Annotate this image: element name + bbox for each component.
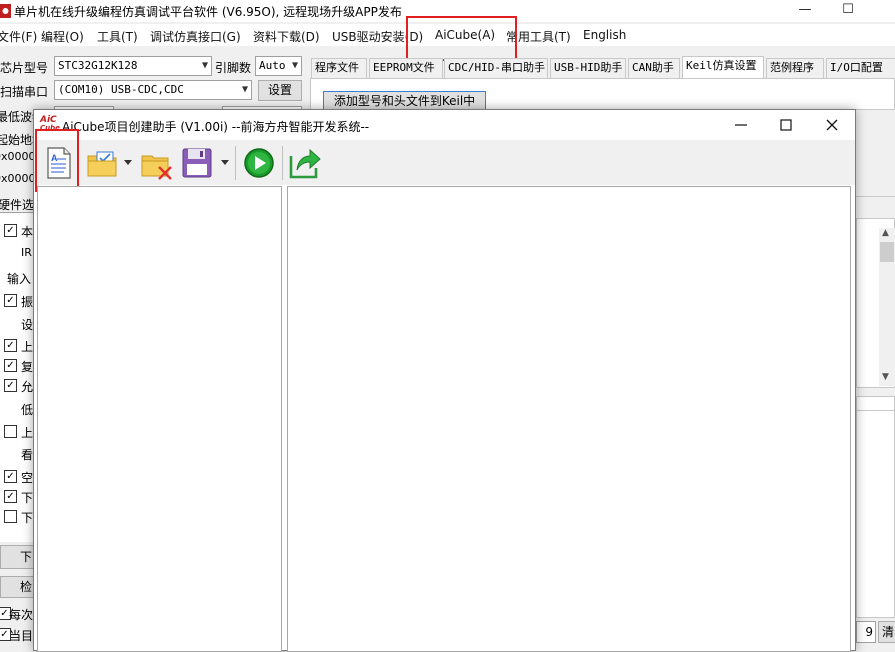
pin-count-label: 引脚数 [215,61,252,75]
menu-file[interactable]: 文件(F) [0,28,37,45]
new-project-highlight [35,129,79,192]
option-text-13: 下 [21,491,34,505]
option-text-14: 下 [21,511,34,525]
lower-output-area[interactable] [856,410,895,618]
option-text-10: 上 [21,426,34,440]
tab-examples[interactable]: 范例程序 [766,58,824,78]
right-panel-strip [856,196,895,218]
option-text-11: 看 [21,448,34,462]
tab-usb-hid[interactable]: USB-HID助手 [550,58,626,78]
chevron-down-icon[interactable] [221,160,229,166]
minimize-button[interactable]: — [790,0,820,22]
tab-io-config[interactable]: I/O口配置 [826,58,895,78]
add-to-keil-button[interactable]: 添加型号和头文件到Keil中 [323,91,486,110]
option-text-6: 上 [21,340,34,354]
tab-program-file[interactable]: 程序文件 [311,58,367,78]
maximize-icon[interactable] [779,118,793,132]
option-checkbox-6[interactable]: ✓ [4,339,17,352]
scan-port-label[interactable]: 扫描串口 [0,83,48,100]
project-tree-pane[interactable] [37,186,282,652]
delete-folder-icon[interactable] [140,146,174,180]
chevron-down-icon[interactable] [124,160,132,166]
option-checkbox-1[interactable]: ✓ [4,224,17,237]
hardware-options-label: 硬件选 [0,198,35,212]
export-share-icon[interactable] [288,146,322,180]
menu-program[interactable]: 编程(O) [41,28,84,45]
scroll-up-icon[interactable]: ▲ [882,228,889,238]
chevron-down-icon: ▼ [291,60,298,71]
option-text-1: 本 [21,225,34,239]
tab-cdc-hid-serial[interactable]: CDC/HID-串口助手 [444,58,548,78]
dialog-title: AiCube项目创建助手 (V1.00i) --前海方舟智能开发系统-- [62,120,370,134]
menu-downloads[interactable]: 资料下载(D) [253,28,320,45]
option-checkbox-4[interactable]: ✓ [4,294,17,307]
option-text-7: 复 [21,360,34,374]
project-detail-pane[interactable] [287,186,851,652]
option-checkbox-7[interactable]: ✓ [4,359,17,372]
option-text-8: 允 [21,380,34,394]
count-field[interactable]: 9 [856,621,876,643]
option-text-2: IR [21,246,32,259]
logo-text-top: AiC [40,115,57,125]
start-address-1[interactable]: 0x0000 [0,150,36,163]
menu-english[interactable]: English [583,28,626,42]
chevron-down-icon: ▼ [241,84,248,95]
option-text-5: 设 [21,318,34,332]
toolbar-separator [235,146,236,180]
option-checkbox-8[interactable]: ✓ [4,379,17,392]
minimize-icon[interactable] [734,120,748,130]
chip-model-value: STC32G12K128 [58,59,138,72]
app-logo-icon [0,4,11,18]
option-checkbox-12[interactable]: ✓ [4,470,17,483]
com-port-select[interactable]: (COM10) USB-CDC,CDC ▼ [54,80,252,100]
option-checkbox-13[interactable]: ✓ [4,490,17,503]
option-text-12: 空 [21,471,34,485]
scroll-down-icon[interactable]: ▼ [882,372,889,382]
pin-count-select[interactable]: Auto ▼ [255,56,302,76]
current-dir-label: 当目 [9,629,34,643]
menu-debug-interface[interactable]: 调试仿真接口(G) [150,28,241,45]
aicube-dialog: AiC Cube AiCube项目创建助手 (V1.00i) --前海方舟智能开… [33,109,856,652]
toolbar-separator [282,146,283,180]
tab-can[interactable]: CAN助手 [628,58,680,78]
save-disk-icon[interactable] [180,146,214,180]
download-program-button[interactable]: 下 [0,545,34,569]
lower-textarea-top [856,396,895,410]
clear-button[interactable]: 清 [878,621,895,643]
dialog-title-bar: AiC Cube AiCube项目创建助手 (V1.00i) --前海方舟智能开… [34,110,855,140]
close-icon[interactable] [825,118,839,132]
option-checkbox-10[interactable] [4,425,17,438]
scrollbar-thumb[interactable] [880,242,894,262]
option-text-9: 低 [21,403,34,417]
chip-model-label: 芯片型号 [0,61,49,75]
main-window-title: 单片机在线升级编程仿真调试平台软件 (V6.95O), 远程现场升级APP发布 [14,5,402,19]
every-time-label: 每次 [9,608,34,622]
menu-tools[interactable]: 工具(T) [97,28,138,45]
chip-model-select[interactable]: STC32G12K128 ▼ [54,56,212,76]
dialog-toolbar: A [34,140,855,185]
tab-eeprom-file[interactable]: EEPROM文件 [369,58,443,78]
pin-count-value: Auto [259,59,286,72]
tab-keil-simulation[interactable]: Keil仿真设置 [682,56,764,78]
chevron-down-icon: ▼ [201,60,208,71]
option-text-3: 输入 [7,272,32,286]
option-checkbox-14[interactable] [4,510,17,523]
aicube-menu-highlight [406,16,517,61]
run-play-icon[interactable] [242,146,276,180]
open-folder-icon[interactable] [86,146,120,180]
maximize-button[interactable]: ☐ [833,0,863,22]
option-text-4: 振 [21,295,34,309]
settings-button[interactable]: 设置 [258,80,302,101]
start-address-2[interactable]: 0x0000 [0,172,36,185]
com-port-value: (COM10) USB-CDC,CDC [58,83,184,96]
check-mcu-button[interactable]: 检 [0,576,34,598]
